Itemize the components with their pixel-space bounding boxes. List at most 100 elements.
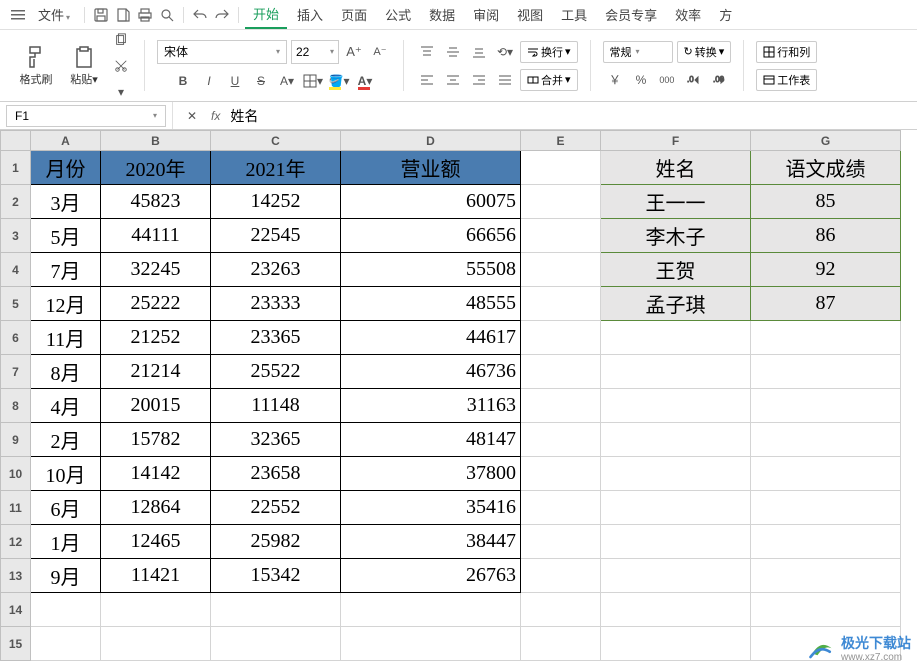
- fill-color-button[interactable]: 🪣▾: [328, 70, 350, 92]
- cell-F14[interactable]: [601, 593, 751, 627]
- cell-F10[interactable]: [601, 457, 751, 491]
- select-all-corner[interactable]: [1, 131, 31, 151]
- cell-B2[interactable]: 45823: [101, 185, 211, 219]
- row-header-8[interactable]: 8: [1, 389, 31, 423]
- cell-F4[interactable]: 王贺: [601, 253, 751, 287]
- cell-A15[interactable]: [31, 627, 101, 661]
- cell-D13[interactable]: 26763: [341, 559, 521, 593]
- cell-D11[interactable]: 35416: [341, 491, 521, 525]
- cell-B5[interactable]: 25222: [101, 287, 211, 321]
- cell-G13[interactable]: [751, 559, 901, 593]
- cell-A1[interactable]: 月份: [31, 151, 101, 185]
- cell-C14[interactable]: [211, 593, 341, 627]
- cell-C15[interactable]: [211, 627, 341, 661]
- clipboard-dropdown-icon[interactable]: ▾: [110, 81, 132, 103]
- tab-review[interactable]: 审阅: [465, 1, 507, 28]
- preview-icon[interactable]: [157, 5, 177, 25]
- cell-B7[interactable]: 21214: [101, 355, 211, 389]
- align-middle-icon[interactable]: [442, 41, 464, 63]
- border-button[interactable]: ▾: [302, 70, 324, 92]
- wrap-text-button[interactable]: 换行▾: [520, 41, 578, 63]
- cell-G11[interactable]: [751, 491, 901, 525]
- new-icon[interactable]: [113, 5, 133, 25]
- row-header-5[interactable]: 5: [1, 287, 31, 321]
- row-header-6[interactable]: 6: [1, 321, 31, 355]
- cell-C11[interactable]: 22552: [211, 491, 341, 525]
- row-header-1[interactable]: 1: [1, 151, 31, 185]
- cell-E7[interactable]: [521, 355, 601, 389]
- decrease-decimal-icon[interactable]: .0: [682, 69, 704, 91]
- cell-E12[interactable]: [521, 525, 601, 559]
- cell-E9[interactable]: [521, 423, 601, 457]
- redo-icon[interactable]: [212, 5, 232, 25]
- col-header-B[interactable]: B: [101, 131, 211, 151]
- cell-C6[interactable]: 23365: [211, 321, 341, 355]
- tab-data[interactable]: 数据: [421, 1, 463, 28]
- cell-B1[interactable]: 2020年: [101, 151, 211, 185]
- tab-tools[interactable]: 工具: [553, 1, 595, 28]
- cell-A11[interactable]: 6月: [31, 491, 101, 525]
- cell-D2[interactable]: 60075: [341, 185, 521, 219]
- cell-D5[interactable]: 48555: [341, 287, 521, 321]
- align-top-icon[interactable]: [416, 41, 438, 63]
- row-header-10[interactable]: 10: [1, 457, 31, 491]
- cell-A3[interactable]: 5月: [31, 219, 101, 253]
- cell-A4[interactable]: 7月: [31, 253, 101, 287]
- convert-button[interactable]: ↻转换▾: [677, 41, 732, 63]
- cell-E1[interactable]: [521, 151, 601, 185]
- tab-page[interactable]: 页面: [333, 1, 375, 28]
- cell-D1[interactable]: 营业额: [341, 151, 521, 185]
- cell-D8[interactable]: 31163: [341, 389, 521, 423]
- cell-B14[interactable]: [101, 593, 211, 627]
- formula-input[interactable]: [228, 106, 909, 126]
- cell-C1[interactable]: 2021年: [211, 151, 341, 185]
- row-header-11[interactable]: 11: [1, 491, 31, 525]
- font-size-select[interactable]: 22▾: [291, 40, 339, 64]
- cell-D6[interactable]: 44617: [341, 321, 521, 355]
- cell-C2[interactable]: 14252: [211, 185, 341, 219]
- cell-C13[interactable]: 15342: [211, 559, 341, 593]
- align-bottom-icon[interactable]: [468, 41, 490, 63]
- align-center-icon[interactable]: [442, 69, 464, 91]
- print-icon[interactable]: [135, 5, 155, 25]
- cell-C3[interactable]: 22545: [211, 219, 341, 253]
- cell-G6[interactable]: [751, 321, 901, 355]
- cell-G10[interactable]: [751, 457, 901, 491]
- align-right-icon[interactable]: [468, 69, 490, 91]
- cell-E3[interactable]: [521, 219, 601, 253]
- cell-D12[interactable]: 38447: [341, 525, 521, 559]
- fx-icon[interactable]: fx: [211, 109, 220, 123]
- cell-F7[interactable]: [601, 355, 751, 389]
- cell-A5[interactable]: 12月: [31, 287, 101, 321]
- name-box[interactable]: F1▾: [6, 105, 166, 127]
- cell-D15[interactable]: [341, 627, 521, 661]
- tab-more[interactable]: 方: [711, 1, 740, 28]
- cell-G12[interactable]: [751, 525, 901, 559]
- cell-F6[interactable]: [601, 321, 751, 355]
- cell-C7[interactable]: 25522: [211, 355, 341, 389]
- cell-E13[interactable]: [521, 559, 601, 593]
- cell-F2[interactable]: 王一一: [601, 185, 751, 219]
- worksheet-button[interactable]: 工作表: [756, 69, 817, 91]
- cell-E10[interactable]: [521, 457, 601, 491]
- cell-D7[interactable]: 46736: [341, 355, 521, 389]
- row-header-13[interactable]: 13: [1, 559, 31, 593]
- justify-icon[interactable]: [494, 69, 516, 91]
- number-format-select[interactable]: 常规▾: [603, 41, 673, 63]
- cell-D4[interactable]: 55508: [341, 253, 521, 287]
- cell-B8[interactable]: 20015: [101, 389, 211, 423]
- cell-E6[interactable]: [521, 321, 601, 355]
- merge-button[interactable]: 合并▾: [520, 69, 578, 91]
- italic-button[interactable]: I: [198, 70, 220, 92]
- cell-G4[interactable]: 92: [751, 253, 901, 287]
- tab-member[interactable]: 会员专享: [597, 1, 665, 28]
- row-header-12[interactable]: 12: [1, 525, 31, 559]
- cell-F3[interactable]: 李木子: [601, 219, 751, 253]
- cell-C10[interactable]: 23658: [211, 457, 341, 491]
- save-icon[interactable]: [91, 5, 111, 25]
- col-header-C[interactable]: C: [211, 131, 341, 151]
- tab-start[interactable]: 开始: [245, 0, 287, 29]
- cell-G1[interactable]: 语文成绩: [751, 151, 901, 185]
- cell-E11[interactable]: [521, 491, 601, 525]
- cell-D3[interactable]: 66656: [341, 219, 521, 253]
